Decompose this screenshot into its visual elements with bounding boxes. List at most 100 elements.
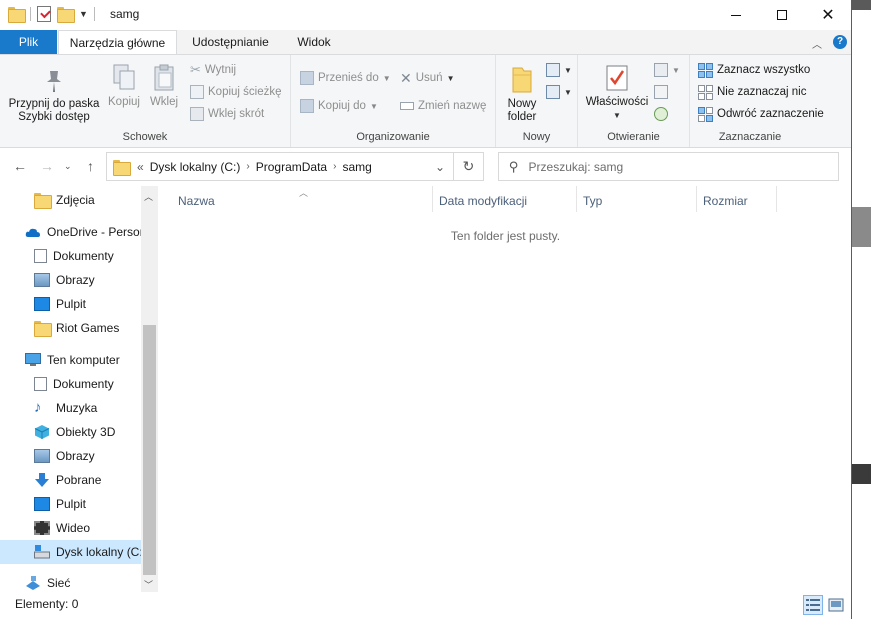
close-icon: ✕ (821, 7, 835, 24)
separator (30, 7, 31, 21)
edit-button[interactable] (654, 83, 668, 101)
select-all-button[interactable]: Zaznacz wszystko (698, 61, 810, 79)
rename-icon (400, 102, 414, 110)
tab-view[interactable]: Widok (288, 30, 340, 54)
move-to-button[interactable]: Przenieś do ▼ (300, 69, 391, 87)
column-header-size[interactable]: Rozmiar (703, 194, 748, 208)
invert-selection-button[interactable]: Odwróć zaznaczenie (698, 105, 824, 123)
properties-icon[interactable] (37, 6, 51, 22)
nav-item-3d-objects[interactable]: Obiekty 3D (0, 420, 141, 444)
easy-access-button[interactable]: ▼ (546, 83, 572, 101)
close-button[interactable]: ✕ (805, 0, 851, 30)
maximize-button[interactable] (759, 0, 805, 30)
new-folder-label-l2: folder (507, 111, 537, 123)
column-divider[interactable] (576, 186, 577, 212)
history-button[interactable] (654, 105, 668, 123)
downloads-icon (35, 473, 49, 487)
cut-button[interactable]: ✂ Wytnij (190, 61, 236, 79)
breadcrumb-item[interactable]: Dysk lokalny (C:) (150, 160, 241, 174)
overflow-chevron[interactable]: « (137, 160, 144, 174)
customize-toolbar-chevron-icon[interactable]: ▼ (79, 9, 88, 19)
dropdown-arrow-icon: ▼ (382, 73, 391, 83)
nav-item-downloads[interactable]: Pobrane (0, 468, 141, 492)
invert-selection-icon (698, 106, 713, 122)
help-icon[interactable]: ? (833, 35, 847, 49)
nav-item-desktop[interactable]: Pulpit (0, 492, 141, 516)
properties-button[interactable]: Właściwości ▼ (584, 63, 650, 122)
collapse-ribbon-icon[interactable]: ︿ (812, 36, 822, 51)
details-view-button[interactable] (803, 595, 823, 615)
pin-quick-access-button[interactable]: Przypnij do paska Szybki dostęp (6, 67, 102, 124)
chevron-down-icon[interactable]: ﹀ (144, 578, 153, 591)
open-button[interactable]: ▼ (654, 61, 680, 79)
nav-item-label: Sieć (47, 576, 71, 590)
maximize-icon (777, 10, 787, 20)
recent-locations-chevron-icon[interactable]: ⌄ (64, 161, 72, 172)
group-open: Właściwości ▼ ▼ Otwieranie (578, 55, 690, 147)
nav-item-this-pc[interactable]: Ten komputer (0, 348, 141, 372)
column-divider[interactable] (432, 186, 433, 212)
nav-item-video[interactable]: Wideo (0, 516, 141, 540)
desktop-strip (851, 0, 871, 10)
nav-item-documents[interactable]: Dokumenty (0, 244, 141, 268)
column-divider[interactable] (776, 186, 777, 212)
tab-file[interactable]: Plik (0, 30, 57, 54)
nav-item-label: Obrazy (56, 273, 95, 287)
documents-icon (34, 249, 47, 263)
nav-pane-scrollbar[interactable]: ︿ ﹀ (141, 186, 158, 592)
address-bar[interactable]: « Dysk lokalny (C:) › ProgramData › samg… (106, 152, 454, 181)
nav-item-label: Pulpit (56, 297, 87, 311)
scrollbar-thumb[interactable] (143, 325, 156, 575)
select-none-button[interactable]: Nie zaznaczaj nic (698, 83, 806, 101)
nav-item-label: Muzyka (56, 401, 98, 415)
select-all-icon (698, 62, 713, 78)
chevron-right-icon[interactable]: › (246, 161, 249, 172)
nav-item-documents[interactable]: Dokumenty (0, 372, 141, 396)
nav-item-desktop[interactable]: Pulpit (0, 292, 141, 316)
forward-arrow-icon[interactable]: → (40, 158, 54, 174)
column-header-name[interactable]: Nazwa (178, 194, 215, 208)
tab-home[interactable]: Narzędzia główne (58, 30, 177, 54)
nav-item-label: Riot Games (56, 321, 120, 335)
folder-icon (8, 7, 26, 23)
desktop-strip (851, 207, 871, 247)
back-arrow-icon[interactable]: ← (13, 158, 27, 174)
large-icons-view-button[interactable] (826, 595, 846, 615)
new-folder-icon[interactable] (57, 7, 75, 23)
paste-shortcut-button[interactable]: Wklej skrót (190, 105, 264, 123)
chevron-down-icon[interactable]: ⌄ (435, 160, 445, 174)
delete-x-icon: ✕ (400, 69, 412, 86)
column-header-date-modified[interactable]: Data modyfikacji (439, 194, 527, 208)
copy-label: Kopiuj (108, 96, 140, 108)
copy-button[interactable]: Kopiuj (104, 63, 144, 109)
nav-item-local-disk[interactable]: Dysk lokalny (C:) (0, 540, 141, 564)
nav-item-riot-games[interactable]: Riot Games (0, 316, 141, 340)
refresh-button[interactable]: ↻ (454, 152, 484, 181)
tab-share[interactable]: Udostępnianie (183, 30, 278, 54)
minimize-icon (731, 14, 741, 16)
copy-path-button[interactable]: Kopiuj ścieżkę (190, 83, 282, 101)
copy-to-button[interactable]: Kopiuj do ▼ (300, 97, 378, 115)
scissors-icon: ✂ (190, 62, 201, 77)
nav-item-onedrive[interactable]: OneDrive - Persor (0, 220, 141, 244)
breadcrumb-item[interactable]: samg (342, 160, 371, 174)
new-item-button[interactable]: ▼ (546, 61, 572, 79)
paste-button[interactable]: Wklej (145, 63, 183, 109)
column-divider[interactable] (696, 186, 697, 212)
delete-button[interactable]: ✕ Usuń ▼ (400, 69, 455, 87)
dropdown-arrow-icon: ▼ (564, 65, 572, 75)
column-header-type[interactable]: Typ (583, 194, 602, 208)
nav-item-images[interactable]: Obrazy (0, 444, 141, 468)
nav-item-music[interactable]: ♪ Muzyka (0, 396, 141, 420)
new-folder-button[interactable]: Nowy folder (502, 65, 542, 124)
nav-item-images[interactable]: Obrazy (0, 268, 141, 292)
rename-button[interactable]: Zmień nazwę (400, 97, 486, 115)
chevron-right-icon[interactable]: › (333, 161, 336, 172)
breadcrumb-item[interactable]: ProgramData (256, 160, 327, 174)
chevron-up-icon[interactable]: ︿ (144, 190, 153, 203)
folder-icon (113, 159, 131, 176)
search-input[interactable]: ⚲ Przeszukaj: samg (498, 152, 839, 181)
up-arrow-icon[interactable]: ↑ (87, 158, 94, 174)
nav-item-pictures[interactable]: Zdjęcia (0, 188, 141, 212)
minimize-button[interactable] (713, 0, 759, 30)
